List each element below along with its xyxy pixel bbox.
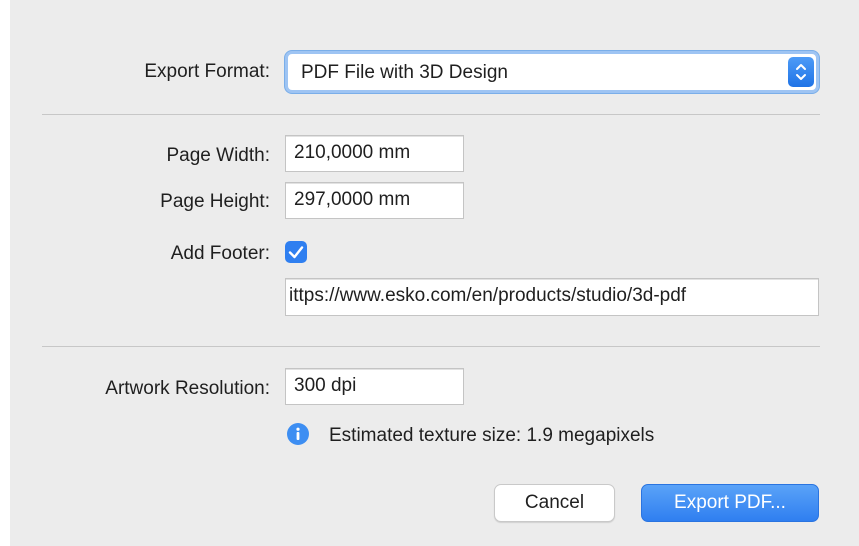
page-width-value: 210,0000 mm	[294, 142, 411, 163]
texture-size-info: Estimated texture size: 1.9 megapixels	[329, 425, 655, 446]
page-width-field[interactable]: 210,0000 mm	[285, 135, 464, 172]
info-icon	[287, 423, 309, 445]
artwork-resolution-label: Artwork Resolution:	[105, 378, 270, 399]
chevron-up-down-icon	[788, 57, 814, 87]
page-width-label: Page Width:	[166, 145, 271, 166]
export-format-value: PDF File with 3D Design	[301, 62, 508, 83]
checkmark-icon	[288, 246, 304, 259]
page-height-label: Page Height:	[160, 191, 270, 212]
artwork-resolution-field[interactable]: 300 dpi	[285, 368, 464, 405]
footer-text-field[interactable]: ittps://www.esko.com/en/products/studio/…	[285, 278, 819, 316]
footer-text-value: ittps://www.esko.com/en/products/studio/…	[289, 285, 687, 306]
add-footer-label: Add Footer:	[170, 243, 270, 264]
page-height-field[interactable]: 297,0000 mm	[285, 182, 464, 219]
export-format-label: Export Format:	[144, 61, 270, 82]
export-format-select[interactable]: PDF File with 3D Design	[285, 51, 819, 93]
separator	[42, 346, 820, 347]
export-pdf-button[interactable]: Export PDF...	[641, 484, 819, 522]
add-footer-checkbox[interactable]	[285, 241, 307, 263]
separator	[42, 114, 820, 115]
page-height-value: 297,0000 mm	[294, 189, 411, 210]
artwork-resolution-value: 300 dpi	[294, 375, 357, 396]
export-pdf-dialog: Export Format: PDF File with 3D Design P…	[10, 0, 859, 546]
cancel-button[interactable]: Cancel	[494, 484, 615, 522]
